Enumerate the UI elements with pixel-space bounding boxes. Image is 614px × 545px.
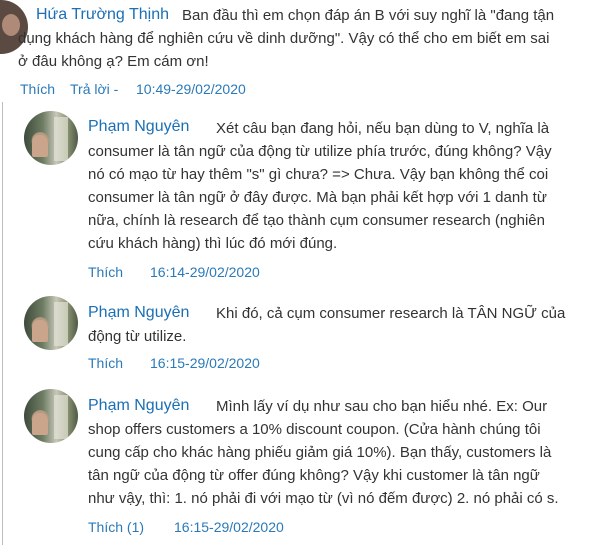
like-button[interactable]: Thích (1) bbox=[88, 519, 144, 535]
thread-divider bbox=[2, 102, 3, 545]
reply-text-line: consumer là tân ngữ của động từ utilize … bbox=[88, 143, 552, 160]
avatar[interactable] bbox=[24, 111, 78, 165]
timestamp: 16:15-29/02/2020 bbox=[174, 519, 284, 535]
reply-text-line: Xét câu bạn đang hỏi, nếu bạn dùng to V,… bbox=[216, 120, 550, 137]
reply-button[interactable]: Trả lời - bbox=[70, 81, 118, 97]
comment-author[interactable]: Hứa Trường Thịnh bbox=[36, 6, 169, 24]
reply-author[interactable]: Phạm Nguyên bbox=[88, 304, 189, 322]
like-button[interactable]: Thích bbox=[88, 264, 123, 280]
reply-text-line: consumer là tân ngữ ở đây được. Mà bạn p… bbox=[88, 189, 547, 206]
avatar[interactable] bbox=[24, 389, 78, 443]
reply-text-line: Khi đó, cả cụm consumer research là TÂN … bbox=[216, 305, 566, 322]
reply-author[interactable]: Phạm Nguyên bbox=[88, 118, 189, 136]
like-button[interactable]: Thích bbox=[88, 355, 123, 371]
reply-text-line: như vậy, thì: 1. nó phải đi với mạo từ (… bbox=[88, 490, 559, 507]
reply-text-line: tân ngữ của động từ offer đúng không? Vậ… bbox=[88, 467, 540, 484]
reply-text-line: shop offers customers a 10% discount cou… bbox=[88, 421, 541, 438]
reply-author[interactable]: Phạm Nguyên bbox=[88, 397, 189, 415]
comment-text-line: Ban đầu thì em chọn đáp án B với suy ngh… bbox=[182, 7, 555, 24]
reply-text-line: Mình lấy ví dụ như sau cho bạn hiểu nhé.… bbox=[216, 398, 548, 415]
reply-text-line: cung cấp cho khác hàng phiếu giảm giá 10… bbox=[88, 444, 552, 461]
comment-text-line: ở đâu không ạ? Em cám ơn! bbox=[18, 53, 209, 70]
reply-text-line: động từ utilize. bbox=[88, 328, 187, 345]
timestamp: 16:15-29/02/2020 bbox=[150, 355, 260, 371]
avatar[interactable] bbox=[24, 296, 78, 350]
like-button[interactable]: Thích bbox=[20, 81, 55, 97]
reply-text-line: nữa, chính là research để tạo thành cụm … bbox=[88, 212, 545, 229]
comment-text-line: dụng khách hàng để nghiên cứu về dinh dư… bbox=[18, 30, 550, 47]
reply-text-line: cứu khách hàng) thì lúc đó mới đúng. bbox=[88, 235, 338, 252]
timestamp: 16:14-29/02/2020 bbox=[150, 264, 260, 280]
timestamp: 10:49-29/02/2020 bbox=[136, 81, 246, 97]
reply-text-line: nó có mạo từ hay thêm "s" gì chưa? => Ch… bbox=[88, 166, 549, 183]
